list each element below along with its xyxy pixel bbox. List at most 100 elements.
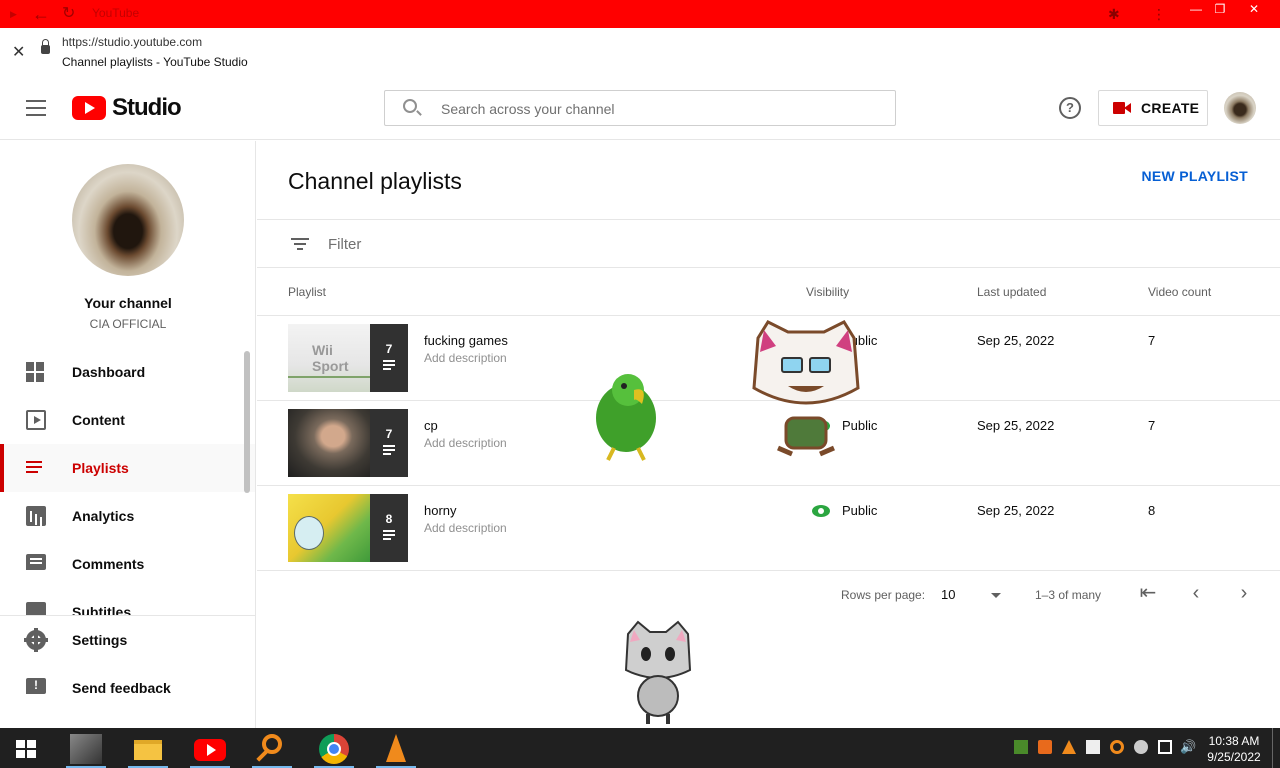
show-desktop-button[interactable]: [1272, 728, 1273, 768]
tray-search-icon[interactable]: [1110, 740, 1124, 754]
filter-bar[interactable]: Filter: [257, 219, 1280, 268]
sidebar-item-dashboard[interactable]: Dashboard: [0, 348, 255, 396]
page-url[interactable]: https://studio.youtube.com: [62, 35, 202, 49]
help-icon[interactable]: ?: [1059, 97, 1081, 119]
sidebar-item-analytics[interactable]: Analytics: [0, 492, 255, 540]
table-row[interactable]: 8 horny Add description Public Sep 25, 2…: [257, 486, 1280, 571]
chrome-center: [327, 742, 341, 756]
minimize-button[interactable]: —: [1184, 2, 1208, 18]
tray-flag-icon[interactable]: [1086, 740, 1100, 754]
thumbnail-image: [288, 409, 370, 477]
channel-avatar[interactable]: [72, 164, 184, 276]
playlist-title[interactable]: cp: [424, 418, 438, 433]
more-menu-icon[interactable]: ⋮: [1152, 5, 1166, 23]
playlist-queue-icon: [383, 445, 395, 455]
rows-per-page-select[interactable]: 10: [941, 587, 955, 602]
search-box[interactable]: [384, 90, 896, 126]
tray-smiley-icon[interactable]: [1134, 740, 1148, 754]
playlists-icon: [26, 458, 46, 478]
taskbar-app-search[interactable]: [252, 732, 292, 768]
thumbnail-count: 7: [385, 342, 393, 356]
last-updated: Sep 25, 2022: [977, 418, 1055, 433]
restore-button[interactable]: ❐: [1208, 2, 1232, 18]
taskbar-clock[interactable]: 10:38 AM 9/25/2022: [1202, 733, 1266, 765]
account-avatar[interactable]: [1224, 92, 1256, 124]
thumbnail-character: [294, 516, 324, 550]
playlist-description[interactable]: Add description: [424, 436, 507, 450]
rows-per-page-label: Rows per page:: [841, 588, 926, 602]
lock-icon: [41, 39, 50, 54]
tray-tree-icon[interactable]: [1014, 740, 1028, 754]
pagination: Rows per page: 10 1–3 of many ⇤ ‹ ›: [257, 571, 1280, 619]
sidebar-item-label: Settings: [72, 632, 128, 648]
previous-page-icon[interactable]: ‹: [1185, 583, 1207, 605]
tray-vlc-icon[interactable]: [1062, 740, 1076, 754]
table-header: Playlist Visibility Last updated Video c…: [257, 269, 1280, 316]
video-camera-icon: [1113, 101, 1131, 115]
app-menu-icon[interactable]: ▶: [10, 5, 17, 23]
playlist-thumbnail[interactable]: 7: [288, 409, 408, 477]
taskbar-app-youtube[interactable]: [190, 732, 230, 768]
cat-sticker: [752, 320, 860, 457]
page-title: Channel playlists: [288, 168, 462, 194]
reload-icon[interactable]: ↻: [62, 5, 75, 23]
playlist-thumbnail[interactable]: Wii Sport 7: [288, 324, 408, 392]
extensions-icon[interactable]: ✱: [1108, 5, 1120, 23]
playlist-title[interactable]: horny: [424, 503, 457, 518]
create-label: CREATE: [1141, 100, 1200, 116]
windows-start-icon[interactable]: [16, 740, 36, 758]
sidebar-item-comments[interactable]: Comments: [0, 540, 255, 588]
parrot-sticker: [596, 374, 656, 461]
studio-logo[interactable]: Studio: [72, 94, 182, 121]
playlist-queue-icon: [383, 530, 395, 540]
page-title-text: Channel playlists - YouTube Studio: [62, 55, 248, 69]
first-page-icon[interactable]: ⇤: [1137, 583, 1159, 605]
filter-icon[interactable]: [291, 238, 309, 250]
tray-app-icon[interactable]: [1038, 740, 1052, 754]
filter-input[interactable]: Filter: [328, 236, 361, 253]
sidebar-item-content[interactable]: Content: [0, 396, 255, 444]
playlist-thumbnail[interactable]: 8: [288, 494, 408, 562]
close-window-button[interactable]: ✕: [1242, 2, 1266, 18]
create-button[interactable]: CREATE: [1098, 90, 1208, 126]
sidebar-item-label: Playlists: [72, 460, 129, 476]
thumbnail-video-count: 7: [370, 324, 408, 392]
vlc-cone-icon: [386, 734, 406, 762]
column-header-visibility: Visibility: [806, 285, 850, 299]
thumbnail-image: [288, 494, 370, 562]
playlist-title[interactable]: fucking games: [424, 333, 508, 348]
playlist-queue-icon: [383, 360, 395, 370]
sidebar-item-send-feedback[interactable]: Send feedback: [0, 664, 255, 712]
sidebar-item-settings[interactable]: Settings: [0, 616, 255, 664]
video-count: 7: [1148, 418, 1156, 433]
back-arrow-icon[interactable]: ←: [32, 5, 50, 23]
sidebar-scrollbar[interactable]: [244, 351, 250, 493]
chevron-down-icon[interactable]: [991, 593, 1001, 598]
taskbar-app-vlc[interactable]: [376, 732, 416, 768]
sidebar: Your channel CIA OFFICIAL Dashboard Cont…: [0, 141, 256, 728]
new-playlist-button[interactable]: NEW PLAYLIST: [1141, 168, 1248, 184]
video-count: 7: [1148, 333, 1156, 348]
taskbar-app-chrome[interactable]: [314, 732, 354, 768]
next-page-icon[interactable]: ›: [1233, 583, 1255, 605]
playlist-description[interactable]: Add description: [424, 351, 507, 365]
thumbnail-count: 8: [385, 512, 393, 526]
search-icon: [403, 99, 417, 113]
sidebar-item-playlists[interactable]: Playlists: [0, 444, 255, 492]
image-viewer-icon: [70, 734, 102, 764]
taskbar: 🔊 10:38 AM 9/25/2022: [0, 728, 1280, 768]
kitten-sticker: [624, 620, 692, 724]
sidebar-item-label: Send feedback: [72, 680, 171, 696]
eye-icon: [812, 504, 830, 517]
hamburger-menu-icon[interactable]: [26, 100, 46, 116]
close-icon[interactable]: ✕: [12, 42, 25, 62]
volume-icon[interactable]: 🔊: [1180, 740, 1196, 754]
search-input[interactable]: [441, 99, 881, 119]
network-icon[interactable]: [1158, 740, 1172, 754]
thumbnail-image: Wii Sport: [288, 324, 370, 392]
taskbar-app-image[interactable]: [66, 732, 106, 768]
taskbar-app-explorer[interactable]: [128, 732, 168, 768]
playlist-description[interactable]: Add description: [424, 521, 507, 535]
folder-icon: [134, 740, 162, 760]
analytics-icon: [26, 506, 46, 526]
